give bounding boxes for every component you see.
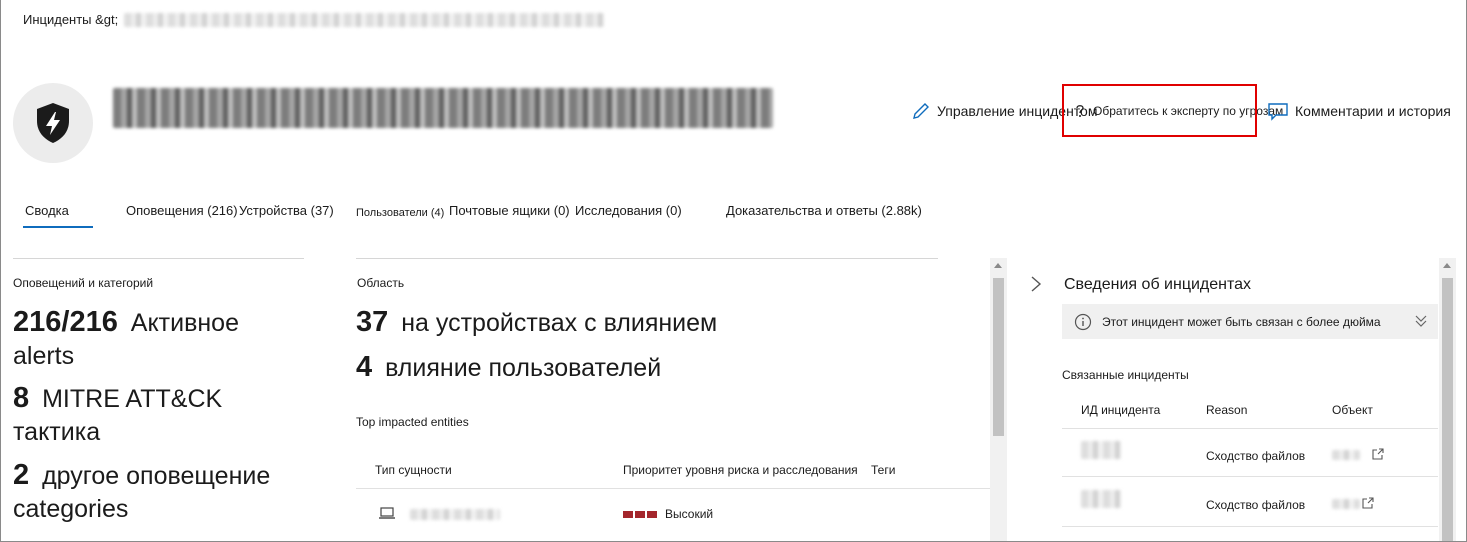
column-object[interactable]: Объект xyxy=(1332,393,1373,428)
tab-investigations[interactable]: Исследования (0) xyxy=(575,200,682,228)
comment-icon xyxy=(1267,101,1289,121)
incident-avatar xyxy=(13,83,93,163)
breadcrumb-current-redacted xyxy=(124,12,605,27)
impacted-users-stat[interactable]: 4 влияние пользователей xyxy=(356,351,661,385)
open-external-icon[interactable] xyxy=(1371,447,1385,461)
content-scrollbar[interactable] xyxy=(990,258,1007,541)
risk-bars-icon xyxy=(623,511,657,519)
row-divider xyxy=(1062,476,1438,477)
active-alerts-text: Активное xyxy=(130,309,239,337)
table-header-divider xyxy=(356,488,990,489)
column-risk-priority[interactable]: Приоритет уровня риска и расследования xyxy=(623,452,858,488)
incident-title-redacted xyxy=(113,88,773,128)
mitre-text2: тактика xyxy=(13,418,101,446)
question-icon xyxy=(1073,103,1087,119)
laptop-icon xyxy=(378,507,396,519)
impacted-devices-stat[interactable]: 37 на устройствах с влиянием xyxy=(356,306,717,340)
banner-message: Этот инцидент может быть связан с более … xyxy=(1102,314,1381,329)
tab-summary[interactable]: Сводка xyxy=(23,200,93,228)
chevron-right-icon[interactable] xyxy=(1029,274,1043,294)
other-categories-stat[interactable]: 2 другое оповещение categories xyxy=(13,459,303,526)
breadcrumb: Инциденты &gt; xyxy=(23,12,605,27)
manage-incident-button[interactable]: Управление инцидентом xyxy=(911,96,1097,126)
pencil-icon xyxy=(911,101,931,121)
risk-level-cell: Высокий xyxy=(623,507,713,521)
scrollbar-thumb[interactable] xyxy=(993,278,1004,436)
panel-scrollbar[interactable] xyxy=(1439,258,1456,541)
scope-section-label: Область xyxy=(357,276,405,290)
active-alerts-count: 216/216 xyxy=(13,306,118,338)
scrollbar-thumb[interactable] xyxy=(1442,278,1453,541)
scroll-up-arrow-icon[interactable] xyxy=(994,263,1002,268)
entity-name-redacted xyxy=(410,509,500,520)
breadcrumb-incidents-link[interactable]: Инциденты &gt; xyxy=(23,12,118,27)
column-reason[interactable]: Reason xyxy=(1206,393,1247,428)
mitre-tactics-stat[interactable]: 8 MITRE ATT&CK тактика xyxy=(13,382,303,449)
reason-cell: Сходство файлов xyxy=(1206,449,1306,463)
risk-level-text: Высокий xyxy=(665,507,714,521)
incident-id-redacted xyxy=(1081,441,1121,459)
tab-mailboxes[interactable]: Почтовые ящики (0) xyxy=(449,200,570,228)
object-redacted xyxy=(1332,499,1360,509)
column-entity-type[interactable]: Тип сущности xyxy=(375,452,452,488)
impacted-devices-text: на устройствах с влиянием xyxy=(401,309,718,337)
tab-users[interactable]: Пользователи (4) xyxy=(356,202,444,230)
consult-threat-expert-button[interactable]: Обратитесь к эксперту по угрозам xyxy=(1073,96,1283,126)
impacted-devices-count: 37 xyxy=(356,306,389,338)
active-alerts-stat[interactable]: 216/216 Активное alerts xyxy=(13,306,303,373)
scroll-up-arrow-icon[interactable] xyxy=(1443,263,1451,268)
mitre-text: MITRE ATT&CK xyxy=(42,385,223,413)
column-tags[interactable]: Теги xyxy=(871,452,895,488)
comments-history-label: Комментарии и история xyxy=(1295,103,1451,119)
info-icon xyxy=(1074,313,1092,331)
consult-threat-expert-label: Обратитесь к эксперту по угрозам xyxy=(1093,104,1284,118)
tab-devices[interactable]: Устройства (37) xyxy=(239,200,334,228)
impacted-users-count: 4 xyxy=(356,351,373,383)
double-chevron-down-icon[interactable] xyxy=(1414,314,1428,328)
incident-info-title: Сведения об инцидентах xyxy=(1064,276,1252,293)
comments-history-button[interactable]: Комментарии и история xyxy=(1267,96,1451,126)
impacted-users-text: влияние пользователей xyxy=(385,354,662,382)
incident-tabs: Сводка Оповещения (216) Устройства (37) … xyxy=(1,200,1001,230)
related-incident-banner[interactable]: Этот инцидент может быть связан с более … xyxy=(1062,304,1438,339)
object-redacted xyxy=(1332,450,1360,460)
top-entities-label: Top impacted entities xyxy=(356,415,469,429)
incident-page: Инциденты &gt; Управление инцидентом Обр… xyxy=(0,0,1467,542)
other-text2: categories xyxy=(13,495,129,523)
other-text: другое оповещение xyxy=(42,462,271,490)
open-external-icon[interactable] xyxy=(1361,496,1375,510)
alerts-section-label: Оповещений и категорий xyxy=(13,276,154,290)
incident-id-redacted xyxy=(1081,490,1121,508)
alerts-column-divider xyxy=(13,258,304,259)
other-count: 2 xyxy=(13,459,30,491)
reason-cell: Сходство файлов xyxy=(1206,498,1306,512)
scope-column-divider xyxy=(356,258,938,259)
table-row[interactable]: Высокий xyxy=(356,496,990,532)
mitre-count: 8 xyxy=(13,382,30,414)
row-divider xyxy=(1062,526,1438,527)
tab-alerts[interactable]: Оповещения (216) xyxy=(126,200,238,228)
shield-lightning-icon xyxy=(33,101,73,145)
column-incident-id[interactable]: ИД инцидента xyxy=(1081,393,1160,428)
tab-evidence[interactable]: Доказательства и ответы (2.88k) xyxy=(726,200,922,228)
active-alerts-text2: alerts xyxy=(13,342,75,370)
related-incidents-title: Связанные инциденты xyxy=(1062,368,1189,382)
table-header-divider xyxy=(1062,428,1438,429)
